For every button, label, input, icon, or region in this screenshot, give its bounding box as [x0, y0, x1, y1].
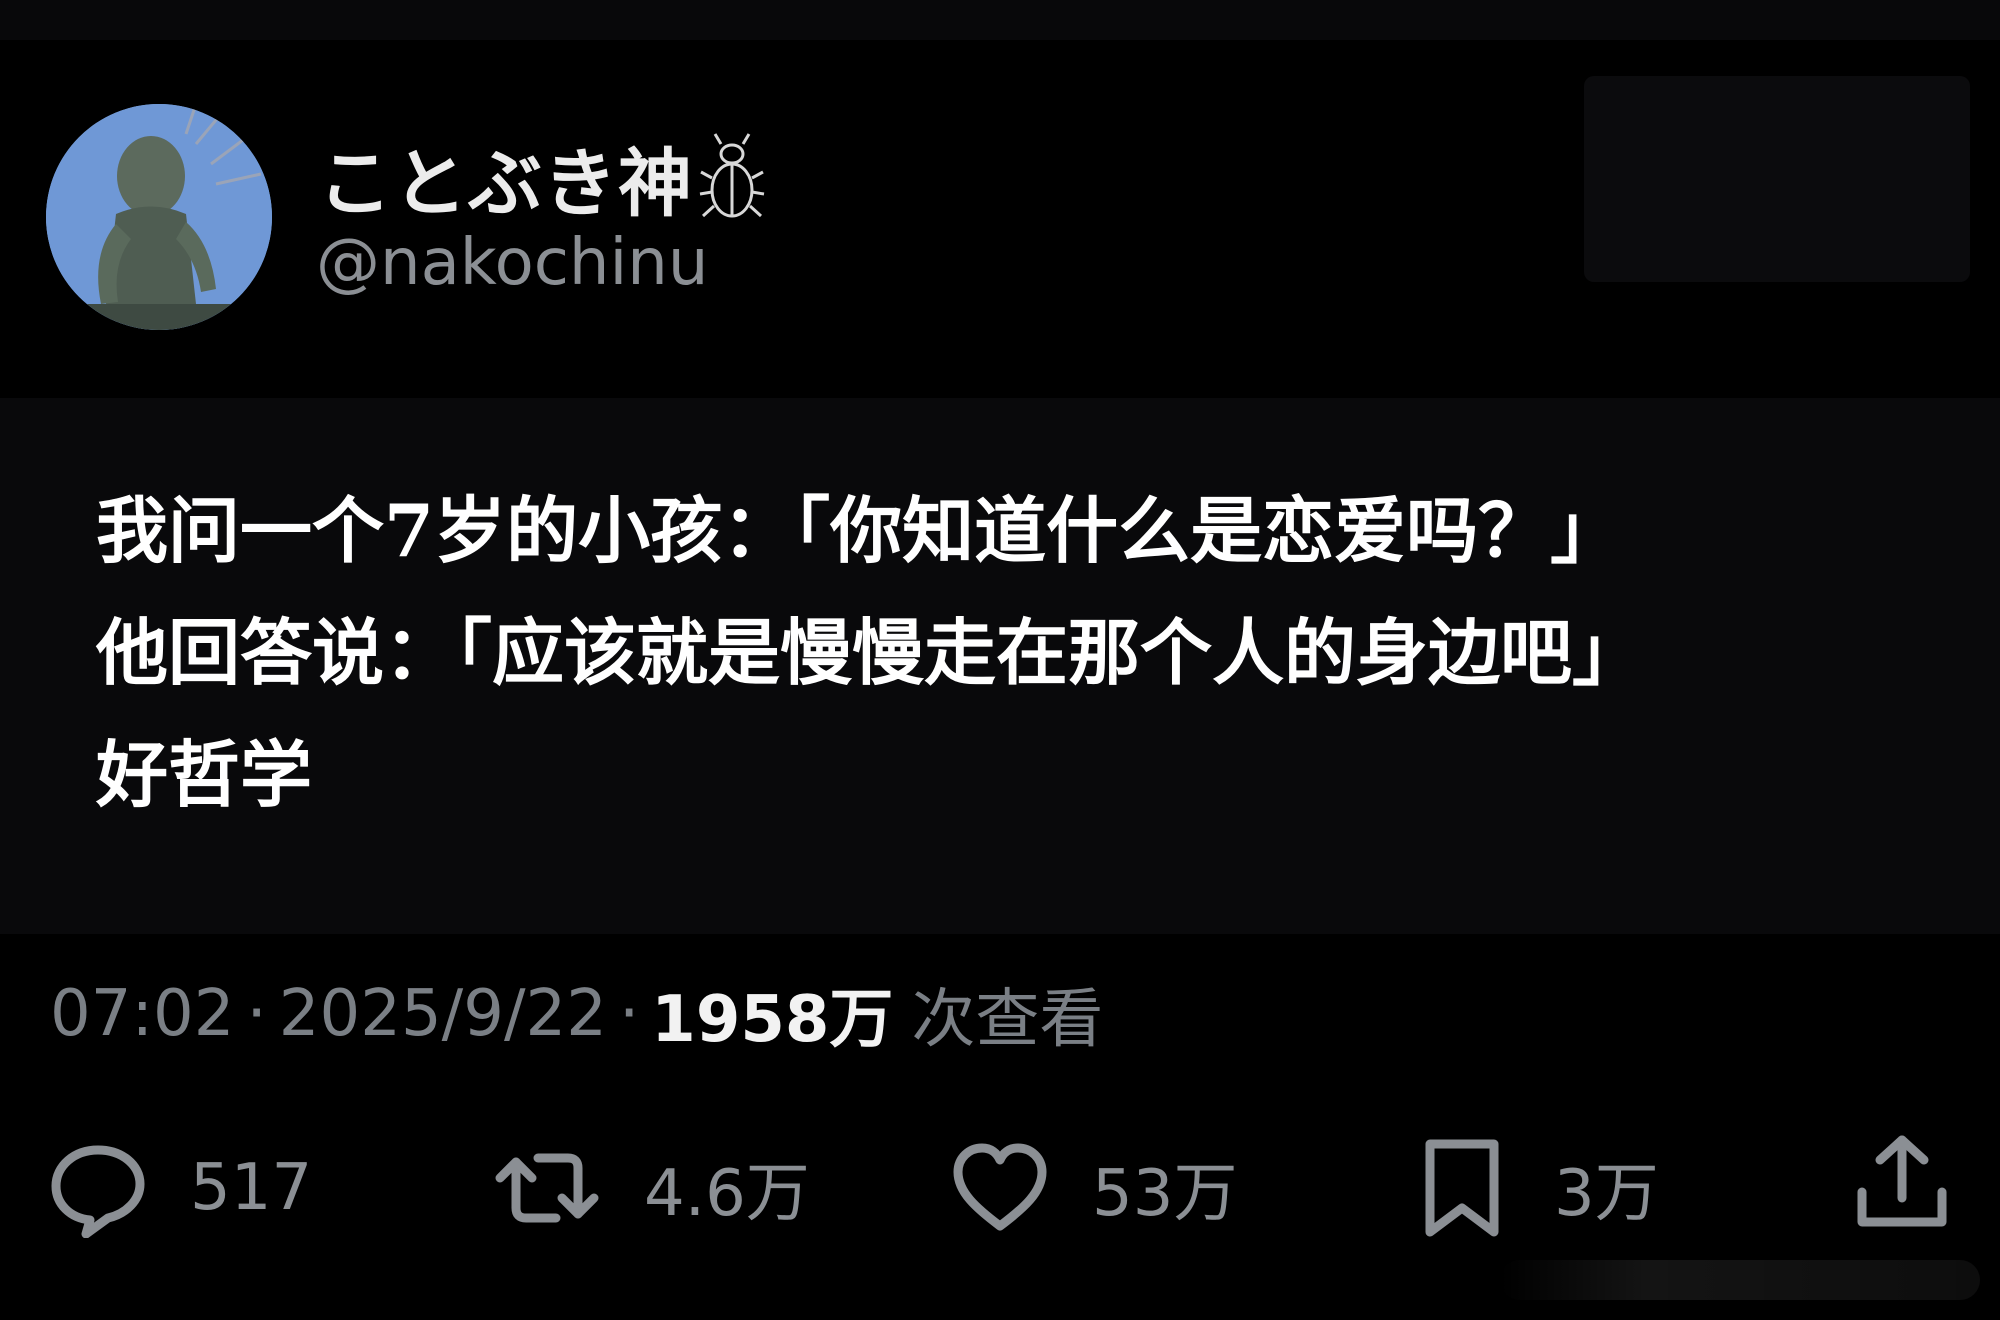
bookmark-icon — [1425, 1139, 1499, 1237]
avatar[interactable] — [46, 104, 272, 330]
reply-bubble-icon — [51, 1145, 145, 1238]
tweet-line-2: 他回答说：「应该就是慢慢走在那个人的身边吧」 — [96, 610, 1645, 695]
tweet-line-1: 我问一个7岁的小孩：「你知道什么是恋爱吗？」 — [96, 488, 1623, 573]
action-bar: 517 4.6万 53万 3万 — [0, 1128, 2000, 1248]
beetle-emoji-icon — [699, 132, 765, 224]
like-count: 53万 — [1092, 1157, 1238, 1231]
reply-button[interactable]: 517 — [48, 1128, 312, 1248]
retweet-button[interactable]: 4.6万 — [492, 1128, 810, 1248]
bookmark-count: 3万 — [1554, 1157, 1659, 1231]
tweet-time[interactable]: 07:02 — [50, 977, 234, 1051]
share-upload-icon — [1857, 1135, 1947, 1227]
bookmark-button[interactable]: 3万 — [1412, 1128, 1659, 1248]
view-count: 1958万 — [651, 983, 894, 1057]
tweet-text: 我问一个7岁的小孩：「你知道什么是恋爱吗？」 他回答说：「应该就是慢慢走在那个人… — [96, 470, 1956, 836]
retweet-count: 4.6万 — [644, 1157, 810, 1231]
tweet-line-3: 好哲学 — [96, 732, 313, 817]
retweet-arrows-icon — [495, 1153, 599, 1223]
meta-separator: · — [618, 977, 640, 1051]
like-button[interactable]: 53万 — [950, 1128, 1237, 1248]
watermark — [1500, 1260, 1980, 1300]
blurred-region — [1584, 76, 1970, 282]
meta-separator: · — [246, 977, 267, 1051]
reply-count: 517 — [190, 1151, 313, 1225]
share-button[interactable] — [1852, 1132, 1952, 1232]
tweet-meta: 07:02 · 2025/9/22 · 1958万 次查看 — [50, 968, 1103, 1060]
heart-icon — [953, 1143, 1047, 1231]
handle[interactable]: @nakochinu — [316, 226, 708, 300]
avatar-image — [46, 104, 272, 330]
top-strip — [0, 0, 2000, 40]
view-count-label: 次查看 — [911, 983, 1104, 1057]
display-name-text: ことぶき神 — [318, 141, 693, 227]
tweet-date[interactable]: 2025/9/22 — [279, 977, 607, 1051]
display-name[interactable]: ことぶき神 — [318, 124, 765, 231]
